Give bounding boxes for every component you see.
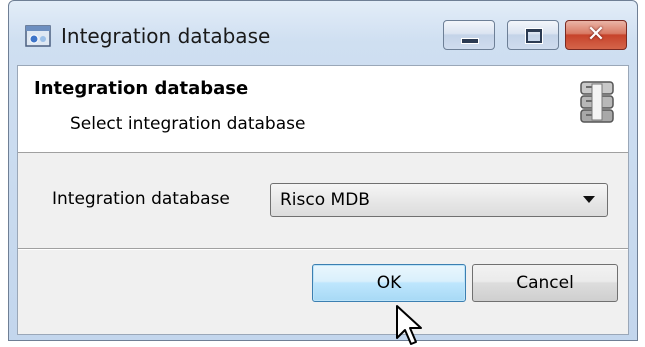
- cancel-button[interactable]: Cancel: [472, 264, 618, 302]
- select-value: Risco MDB: [280, 190, 370, 210]
- window-title: Integration database: [61, 24, 271, 48]
- mouse-cursor-icon: [396, 305, 422, 345]
- separator: [18, 248, 628, 250]
- database-icon: [580, 81, 614, 123]
- maximize-icon: [526, 29, 542, 43]
- chevron-down-icon: [583, 196, 595, 203]
- header-subtitle: Select integration database: [70, 114, 306, 134]
- minimize-icon: [461, 38, 479, 44]
- minimize-button[interactable]: [443, 20, 495, 50]
- header-title: Integration database: [34, 78, 249, 99]
- close-button[interactable]: ✕: [565, 20, 627, 50]
- title-bar[interactable]: Integration database ✕: [9, 1, 637, 59]
- close-icon: ✕: [586, 22, 606, 47]
- wizard-header: Integration database Select integration …: [18, 66, 628, 153]
- dialog-window: Integration database ✕ Integration datab…: [8, 0, 638, 341]
- integration-database-label: Integration database: [52, 189, 230, 209]
- dialog-client-area: Integration database Select integration …: [17, 65, 629, 335]
- app-icon: [25, 25, 51, 47]
- integration-database-select[interactable]: Risco MDB: [270, 183, 608, 217]
- ok-button[interactable]: OK: [312, 264, 466, 302]
- maximize-button[interactable]: [507, 20, 559, 50]
